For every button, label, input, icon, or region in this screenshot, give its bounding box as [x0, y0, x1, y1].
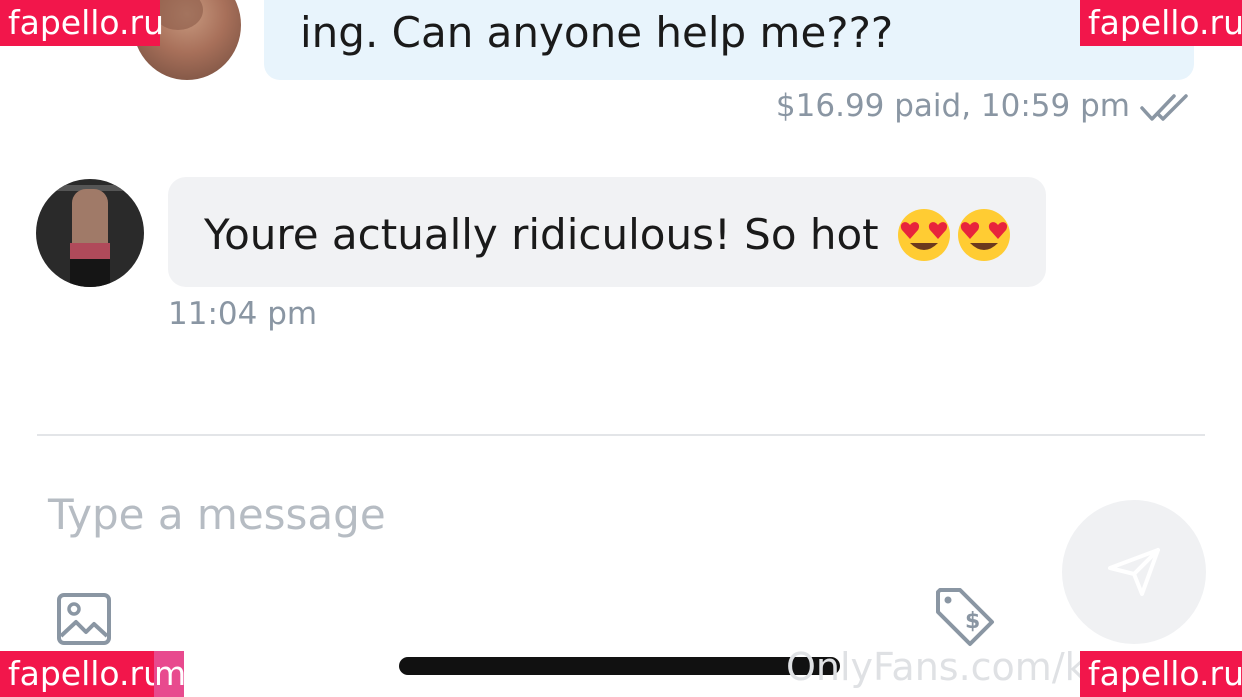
avatar-photo-detail	[70, 259, 110, 287]
send-button[interactable]	[1062, 500, 1206, 644]
incoming-message-text: Youre actually ridiculous! So hot	[204, 210, 879, 259]
image-icon[interactable]	[56, 592, 112, 646]
price-tag-icon[interactable]: $	[934, 586, 996, 648]
watermark-bottom-left-tail: m	[154, 651, 186, 697]
double-check-icon	[1140, 94, 1188, 121]
footer-url-watermark: OnlyFans.com/ke	[786, 645, 1086, 689]
home-indicator	[399, 657, 840, 675]
watermark-top-right: fapello.ru	[1080, 0, 1242, 46]
outgoing-message-meta: $16.99 paid, 10:59 pm	[775, 88, 1130, 124]
svg-text:$: $	[965, 609, 980, 634]
heart-eyes-emoji	[898, 209, 951, 261]
outgoing-message-text: ing. Can anyone help me???	[300, 8, 894, 57]
contact-avatar[interactable]	[36, 179, 144, 287]
watermark-bottom-left: fapello.ru m	[0, 651, 186, 697]
composer-divider	[37, 434, 1205, 436]
incoming-message-timestamp: 11:04 pm	[168, 296, 318, 332]
avatar-photo-detail	[72, 189, 108, 251]
outgoing-message-bubble[interactable]: ing. Can anyone help me???	[264, 0, 1194, 80]
heart-eyes-emoji	[958, 209, 1011, 261]
incoming-message-bubble[interactable]: Youre actually ridiculous! So hot	[168, 177, 1046, 287]
watermark-bottom-right: fapello.ru	[1080, 651, 1242, 697]
message-input[interactable]: Type a message	[48, 490, 386, 539]
watermark-top-left: fapello.ru	[0, 0, 164, 46]
watermark-bottom-left-text: fapello.ru	[8, 654, 165, 693]
send-icon	[1108, 548, 1160, 596]
incoming-message-content: Youre actually ridiculous! So hot	[204, 207, 1012, 263]
